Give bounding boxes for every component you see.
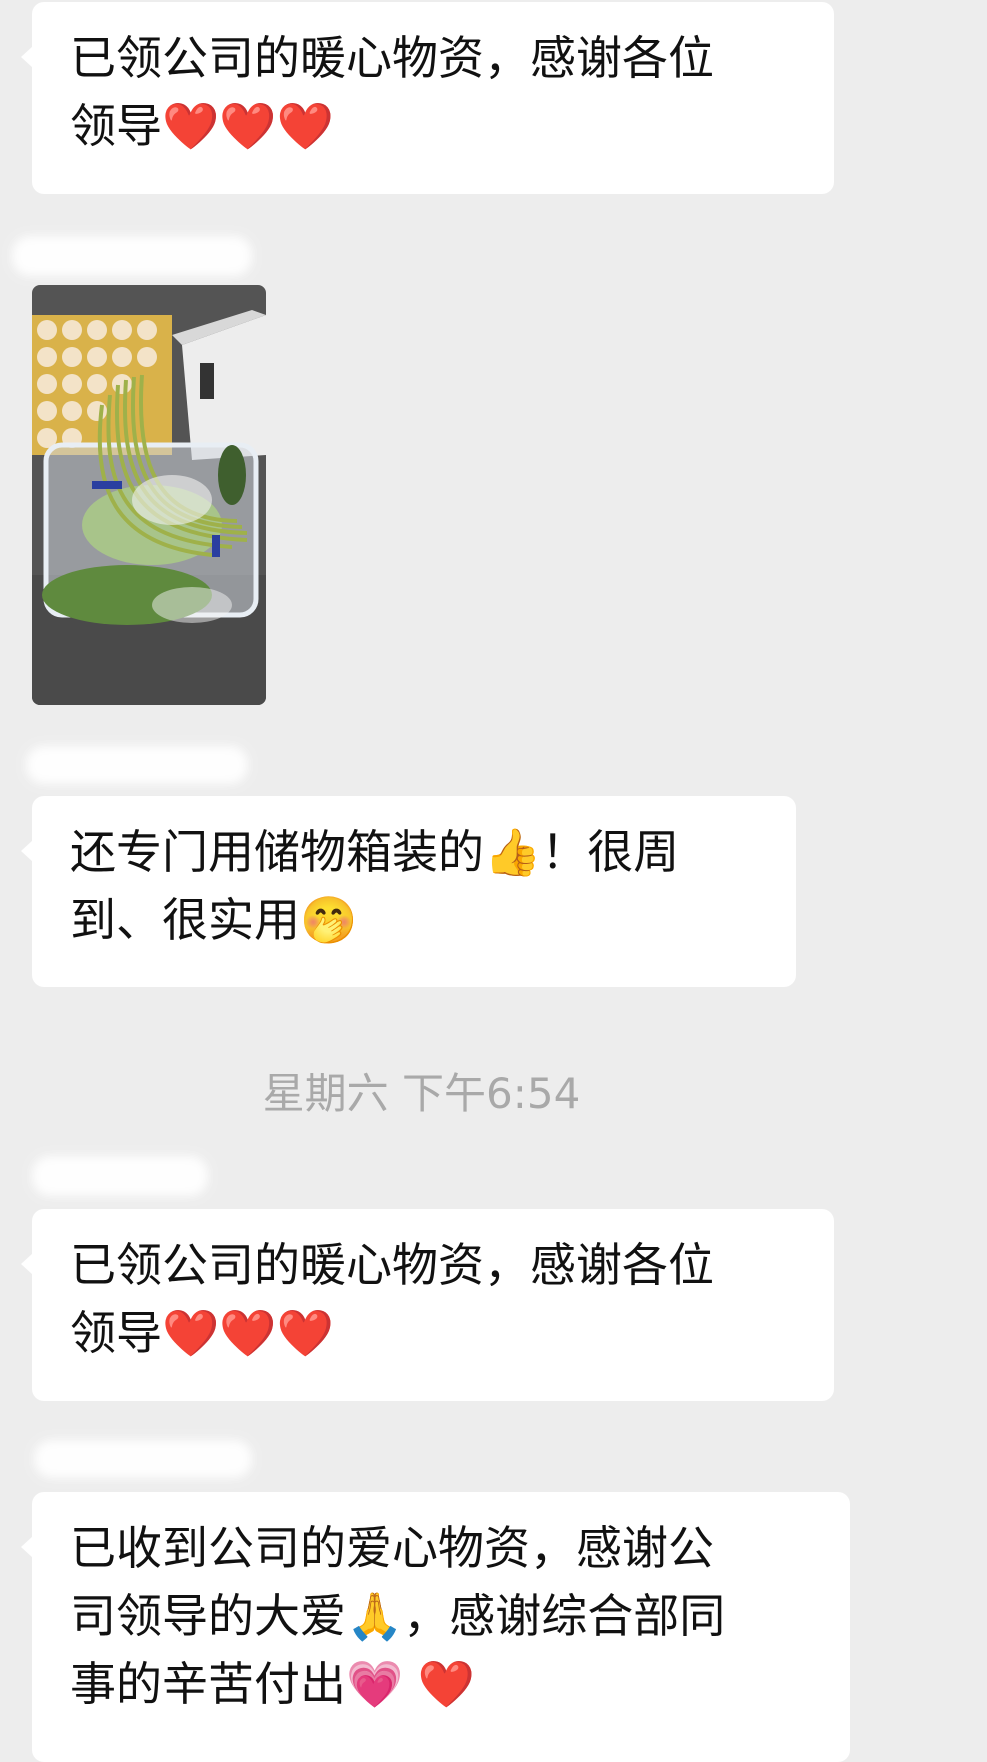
message-text-line: 事的辛苦付出💗 ❤️ bbox=[70, 1657, 476, 1711]
message-text-line: 领导❤️❤️❤️ bbox=[70, 99, 334, 153]
message-bubble[interactable]: 已领公司的暖心物资，感谢各位 领导❤️❤️❤️ bbox=[21, 1209, 834, 1401]
message-text-line: 已领公司的暖心物资，感谢各位 bbox=[70, 31, 714, 85]
sender-name-redacted bbox=[34, 1440, 252, 1478]
sender-name-redacted bbox=[32, 1156, 208, 1196]
image-message[interactable] bbox=[32, 285, 266, 705]
timestamp: 星期六 下午6:54 bbox=[262, 1069, 581, 1118]
photo-supplies-image bbox=[32, 285, 266, 705]
message-bubble[interactable]: 已领公司的暖心物资，感谢各位 领导❤️❤️❤️ bbox=[21, 2, 834, 194]
sender-name-redacted bbox=[26, 746, 248, 784]
message-text-line: 司领导的大爱🙏，感谢综合部同 bbox=[70, 1589, 726, 1643]
message-bubble[interactable]: 已收到公司的爱心物资，感谢公 司领导的大爱🙏，感谢综合部同 事的辛苦付出💗 ❤️ bbox=[21, 1492, 850, 1762]
message-bubble[interactable]: 还专门用储物箱装的👍！很周 到、很实用🤭 bbox=[21, 796, 796, 987]
message-text-line: 已收到公司的爱心物资，感谢公 bbox=[70, 1521, 714, 1575]
message-text-line: 还专门用储物箱装的👍！很周 bbox=[70, 825, 680, 879]
sender-name-redacted bbox=[12, 236, 252, 276]
message-text-line: 已领公司的暖心物资，感谢各位 bbox=[70, 1238, 714, 1292]
message-text-line: 领导❤️❤️❤️ bbox=[70, 1306, 334, 1360]
message-text-line: 到、很实用🤭 bbox=[70, 893, 358, 947]
